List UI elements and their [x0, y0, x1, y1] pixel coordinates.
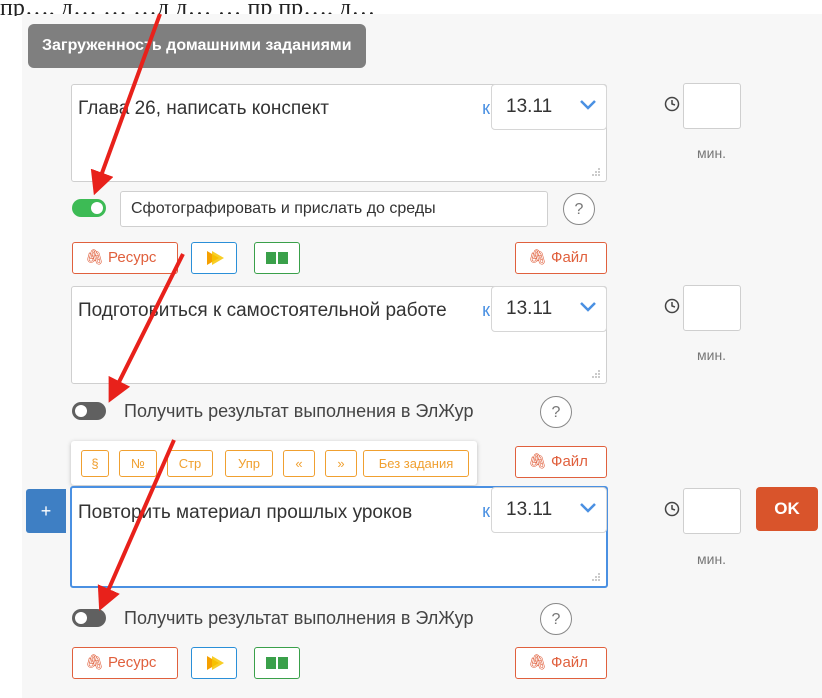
paperclip-icon: 🖇: [528, 654, 548, 671]
task-textarea[interactable]: Подготовиться к самостоятельной работе к…: [71, 286, 607, 384]
clock-icon: [664, 501, 680, 517]
format-tags-popup: § № Стр Упр « » Без задания: [71, 441, 477, 485]
minutes-input[interactable]: [683, 83, 741, 129]
task-textarea-active[interactable]: Повторить материал прошлых уроков к 13.1…: [70, 486, 608, 588]
due-prefix: к: [482, 501, 490, 521]
minutes-label: мин.: [697, 551, 727, 567]
chevron-down-icon: [580, 100, 596, 110]
result-toggle-off[interactable]: [72, 609, 106, 627]
add-button[interactable]: +: [26, 489, 66, 533]
tag-no-task[interactable]: Без задания: [363, 450, 469, 477]
file-button[interactable]: 🖇 Файл: [515, 647, 607, 679]
paperclip-icon: 🖇: [528, 453, 548, 470]
media-button[interactable]: [191, 242, 237, 274]
toggle-knob: [75, 612, 87, 624]
file-label: Файл: [551, 249, 588, 266]
media-button[interactable]: [191, 647, 237, 679]
due-prefix: к: [482, 98, 490, 118]
clock-icon: [664, 298, 680, 314]
due-date-select[interactable]: 13.11: [491, 487, 607, 533]
toggle-knob: [75, 405, 87, 417]
resource-button[interactable]: 🖇 Ресурс: [72, 647, 178, 679]
chevron-down-icon: [580, 302, 596, 312]
tag-paragraph[interactable]: §: [81, 450, 109, 477]
file-label: Файл: [551, 453, 588, 470]
due-date-select[interactable]: 13.11: [491, 84, 607, 130]
due-prefix: к: [482, 300, 490, 320]
resource-label: Ресурс: [108, 654, 157, 671]
tag-exercise[interactable]: Упр: [225, 450, 273, 477]
book-button[interactable]: [254, 647, 300, 679]
due-date-select[interactable]: 13.11: [491, 286, 607, 332]
help-icon[interactable]: ?: [540, 396, 572, 428]
tag-open-quote[interactable]: «: [283, 450, 315, 477]
book-icon: [266, 252, 288, 264]
result-note-input[interactable]: Сфотографировать и прислать до среды: [120, 191, 548, 227]
task-text: Повторить материал прошлых уроков: [78, 502, 413, 523]
help-icon[interactable]: ?: [540, 603, 572, 635]
media-play-icon: [207, 251, 224, 265]
paperclip-icon: 🖇: [85, 654, 105, 671]
task-text: Подготовиться к самостоятельной работе: [78, 300, 447, 321]
resize-grip-icon[interactable]: [591, 167, 601, 177]
task-text: Глава 26, написать конспект: [78, 98, 329, 119]
clock-icon: [664, 96, 680, 112]
ok-button[interactable]: OK: [756, 487, 818, 531]
file-button[interactable]: 🖇 Файл: [515, 446, 607, 478]
book-icon: [266, 657, 288, 669]
chevron-down-icon: [580, 503, 596, 513]
resize-grip-icon[interactable]: [591, 572, 601, 582]
task-textarea[interactable]: Глава 26, написать конспект к 13.11: [71, 84, 607, 182]
section-title: Загруженность домашними заданиями: [28, 24, 366, 68]
result-toggle-label: Получить результат выполнения в ЭлЖур: [124, 608, 474, 628]
minutes-label: мин.: [697, 145, 727, 161]
file-label: Файл: [551, 654, 588, 671]
due-date-value: 13.11: [506, 298, 553, 319]
file-button[interactable]: 🖇 Файл: [515, 242, 607, 274]
resize-grip-icon[interactable]: [591, 369, 601, 379]
help-icon[interactable]: ?: [563, 193, 595, 225]
minutes-input[interactable]: [683, 285, 741, 331]
paperclip-icon: 🖇: [528, 249, 548, 266]
due-date-value: 13.11: [506, 96, 553, 117]
paperclip-icon: 🖇: [85, 249, 105, 266]
minutes-label: мин.: [697, 347, 727, 363]
toggle-knob: [91, 202, 103, 214]
result-note-text: Сфотографировать и прислать до среды: [131, 200, 436, 217]
resource-label: Ресурс: [108, 249, 157, 266]
minutes-input[interactable]: [683, 488, 741, 534]
due-date-value: 13.11: [506, 499, 553, 520]
tag-number[interactable]: №: [119, 450, 157, 477]
result-toggle-off[interactable]: [72, 402, 106, 420]
result-toggle-label: Получить результат выполнения в ЭлЖур: [124, 401, 474, 421]
tag-page[interactable]: Стр: [167, 450, 213, 477]
resource-button[interactable]: 🖇 Ресурс: [72, 242, 178, 274]
result-toggle-on[interactable]: [72, 199, 106, 217]
media-play-icon: [207, 656, 224, 670]
book-button[interactable]: [254, 242, 300, 274]
tag-close-quote[interactable]: »: [325, 450, 357, 477]
